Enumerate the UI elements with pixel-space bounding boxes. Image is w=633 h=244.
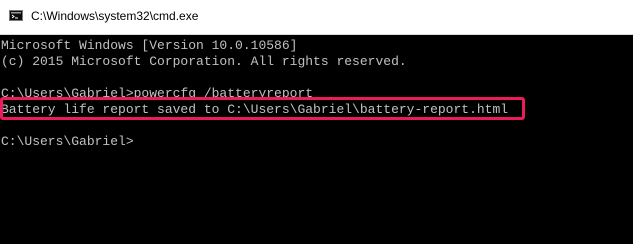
window-title: C:\Windows\system32\cmd.exe bbox=[31, 9, 199, 23]
console-output[interactable]: Microsoft Windows [Version 10.0.10586] (… bbox=[0, 35, 633, 244]
console-prompt: C:\Users\Gabriel> bbox=[1, 134, 134, 149]
title-bar[interactable]: C:\Windows\system32\cmd.exe bbox=[0, 0, 633, 35]
highlight-box bbox=[0, 97, 525, 120]
console-icon bbox=[9, 10, 23, 21]
cmd-window: C:\Windows\system32\cmd.exe Microsoft Wi… bbox=[0, 0, 633, 244]
console-line-copyright: (c) 2015 Microsoft Corporation. All righ… bbox=[1, 54, 407, 69]
console-line-version: Microsoft Windows [Version 10.0.10586] bbox=[1, 38, 298, 53]
